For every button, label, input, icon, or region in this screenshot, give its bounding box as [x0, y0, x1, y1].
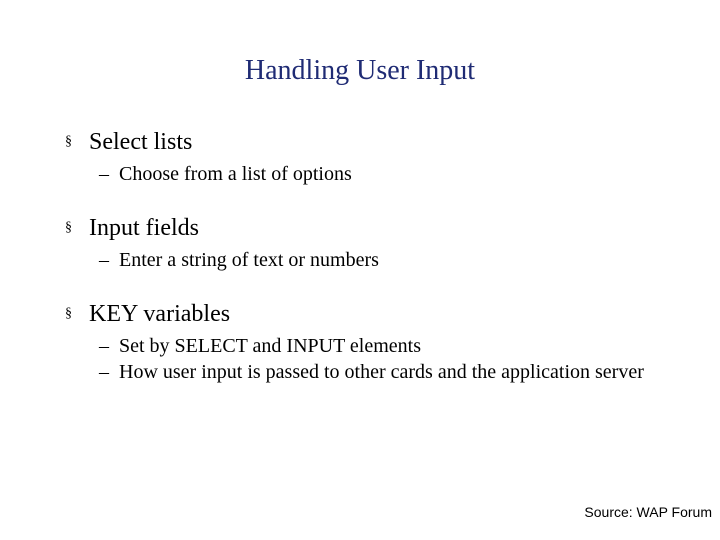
bullet-level1: §KEY variables — [65, 300, 680, 328]
bullet-marker-icon: § — [65, 128, 89, 156]
spacer — [65, 274, 680, 300]
sub-list: –Enter a string of text or numbers — [99, 248, 680, 272]
dash-icon: – — [99, 334, 119, 358]
slide: Handling User Input §Select lists –Choos… — [0, 0, 720, 540]
sub-bullet-text: Choose from a list of options — [119, 163, 352, 185]
dash-icon: – — [99, 360, 119, 384]
bullet-text: Select lists — [89, 129, 192, 155]
sub-bullet-text: Set by SELECT and INPUT elements — [119, 335, 421, 357]
bullet-text: KEY variables — [89, 301, 230, 327]
bullet-marker-icon: § — [65, 300, 89, 328]
sub-list: –Choose from a list of options — [99, 162, 680, 186]
bullet-text: Input fields — [89, 215, 199, 241]
bullet-marker-icon: § — [65, 214, 89, 242]
sub-list: –Set by SELECT and INPUT elements –How u… — [99, 334, 680, 384]
dash-icon: – — [99, 162, 119, 186]
sub-bullet-text: How user input is passed to other cards … — [119, 361, 644, 383]
bullet-level2: –Enter a string of text or numbers — [99, 248, 680, 272]
sub-bullet-text: Enter a string of text or numbers — [119, 249, 379, 271]
spacer — [65, 188, 680, 214]
slide-title: Handling User Input — [0, 55, 720, 87]
slide-content: §Select lists –Choose from a list of opt… — [65, 128, 680, 386]
source-footer: Source: WAP Forum — [584, 504, 712, 520]
bullet-level1: §Select lists — [65, 128, 680, 156]
dash-icon: – — [99, 248, 119, 272]
bullet-level2: –Choose from a list of options — [99, 162, 680, 186]
bullet-level2: –How user input is passed to other cards… — [99, 360, 680, 384]
bullet-level1: §Input fields — [65, 214, 680, 242]
bullet-level2: –Set by SELECT and INPUT elements — [99, 334, 680, 358]
